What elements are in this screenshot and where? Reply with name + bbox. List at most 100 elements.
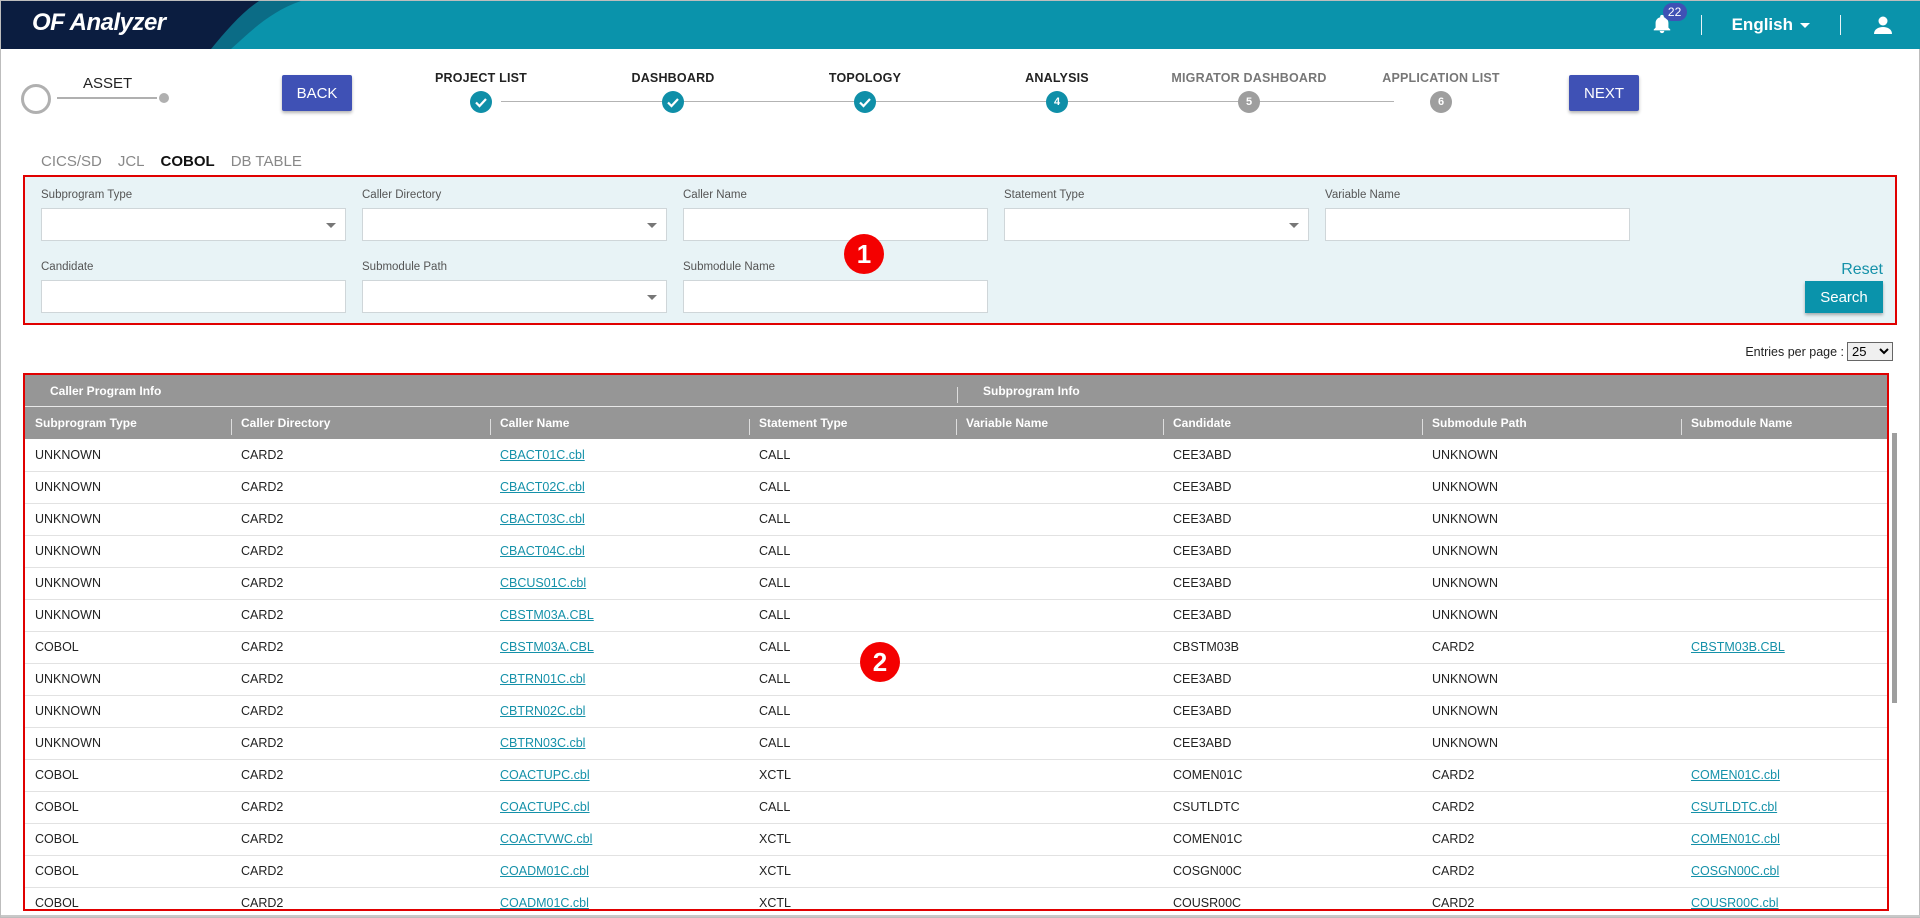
- col-subprogram-type-header[interactable]: Subprogram Type: [25, 407, 231, 439]
- caller-name-link[interactable]: COACTUPC.cbl: [500, 768, 590, 782]
- statement-type-filter: Statement Type: [1004, 189, 1309, 241]
- col-caller-directory-cell: CARD2: [231, 855, 490, 888]
- col-submodule-name-header[interactable]: Submodule Name: [1681, 407, 1887, 439]
- cell-text: CEE3ABD: [1173, 704, 1232, 718]
- cell-text: CARD2: [241, 864, 284, 878]
- caller-name-link[interactable]: CBACT03C.cbl: [500, 512, 585, 526]
- table-row[interactable]: UNKNOWN CARD2 CBACT01C.cbl CALL CEE3ABD UNKNO…: [25, 439, 1887, 472]
- cell-text: CARD2: [241, 672, 284, 686]
- col-caller-name-cell: CBSTM03A.CBL: [490, 631, 749, 664]
- reset-link[interactable]: Reset: [1841, 261, 1883, 279]
- submodule-name-link[interactable]: COMEN01C.cbl: [1691, 832, 1780, 846]
- col-caller-directory-cell: CARD2: [231, 535, 490, 568]
- entries-per-page: Entries per page : 25: [1745, 342, 1893, 361]
- next-button[interactable]: NEXT: [1569, 75, 1639, 111]
- tab-db-table[interactable]: DB TABLE: [231, 153, 302, 170]
- column-header-label: Candidate: [1173, 416, 1232, 430]
- table-row[interactable]: UNKNOWN CARD2 CBTRN01C.cbl CALL CEE3ABD UNKNO…: [25, 663, 1887, 696]
- table-row[interactable]: UNKNOWN CARD2 CBTRN03C.cbl CALL CEE3ABD UNKNO…: [25, 727, 1887, 760]
- caller-name-link[interactable]: CBACT04C.cbl: [500, 544, 585, 558]
- caller-name-link[interactable]: COACTUPC.cbl: [500, 800, 590, 814]
- col-variable-name-header[interactable]: Variable Name: [956, 407, 1163, 439]
- col-variable-name-cell: [956, 535, 1163, 568]
- submodule-name-link[interactable]: CSUTLDTC.cbl: [1691, 800, 1777, 814]
- table-row[interactable]: COBOL CARD2 COADM01C.cbl XCTL COUSR00C CARD2 C…: [25, 887, 1887, 909]
- step-application-list[interactable]: APPLICATION LIST 6: [1341, 71, 1541, 113]
- asset-indicator[interactable]: ASSET: [21, 73, 171, 114]
- col-variable-name-cell: [956, 471, 1163, 504]
- col-statement-type-header[interactable]: Statement Type: [749, 407, 956, 439]
- col-caller-directory-cell: CARD2: [231, 503, 490, 536]
- entries-per-page-select[interactable]: 25: [1847, 342, 1893, 361]
- tab-jcl[interactable]: JCL: [118, 153, 145, 170]
- col-submodule-path-cell: CARD2: [1422, 823, 1681, 856]
- submodule-path-select[interactable]: [362, 280, 667, 313]
- cell-text: CEE3ABD: [1173, 576, 1232, 590]
- caller-name-link[interactable]: COACTVWC.cbl: [500, 832, 592, 846]
- cell-text: CARD2: [241, 736, 284, 750]
- cell-text: UNKNOWN: [1432, 704, 1498, 718]
- caller-name-link[interactable]: CBTRN02C.cbl: [500, 704, 585, 718]
- col-submodule-path-cell: UNKNOWN: [1422, 727, 1681, 760]
- col-candidate-header[interactable]: Candidate: [1163, 407, 1422, 439]
- search-button[interactable]: Search: [1805, 281, 1883, 313]
- col-statement-type-cell: XCTL: [749, 759, 956, 792]
- table-row[interactable]: COBOL CARD2 COADM01C.cbl XCTL COSGN00C CARD2 C…: [25, 855, 1887, 888]
- table-row[interactable]: COBOL CARD2 COACTUPC.cbl XCTL COMEN01C CARD2 C…: [25, 759, 1887, 792]
- table-row[interactable]: UNKNOWN CARD2 CBACT04C.cbl CALL CEE3ABD UNKNO…: [25, 535, 1887, 568]
- col-submodule-name-cell: [1681, 535, 1887, 568]
- submodule-name-link[interactable]: COMEN01C.cbl: [1691, 768, 1780, 782]
- table-row[interactable]: UNKNOWN CARD2 CBACT02C.cbl CALL CEE3ABD UNKNO…: [25, 471, 1887, 504]
- table-row[interactable]: UNKNOWN CARD2 CBCUS01C.cbl CALL CEE3ABD UNKNO…: [25, 567, 1887, 600]
- col-statement-type-cell: CALL: [749, 599, 956, 632]
- col-caller-name-header[interactable]: Caller Name: [490, 407, 749, 439]
- step-analysis[interactable]: ANALYSIS 4: [957, 71, 1157, 113]
- col-caller-name-cell: CBCUS01C.cbl: [490, 567, 749, 600]
- header-separator: [231, 419, 232, 435]
- submodule-name-link[interactable]: COSGN00C.cbl: [1691, 864, 1779, 878]
- candidate-input[interactable]: [42, 281, 345, 312]
- caller-directory-select[interactable]: [362, 208, 667, 241]
- col-caller-directory-header[interactable]: Caller Directory: [231, 407, 490, 439]
- tab-cics-sd[interactable]: CICS/SD: [41, 153, 102, 170]
- statement-type-select[interactable]: [1004, 208, 1309, 241]
- table-row[interactable]: UNKNOWN CARD2 CBTRN02C.cbl CALL CEE3ABD UNKNO…: [25, 695, 1887, 728]
- caller-name-link[interactable]: CBSTM03A.CBL: [500, 640, 594, 654]
- caller-name-link[interactable]: COADM01C.cbl: [500, 896, 589, 909]
- back-button[interactable]: BACK: [282, 75, 352, 111]
- step-project-list[interactable]: PROJECT LIST: [381, 71, 581, 113]
- table-row[interactable]: COBOL CARD2 COACTUPC.cbl CALL CSUTLDTC CARD2 C…: [25, 791, 1887, 824]
- subprogram-type-select[interactable]: [41, 208, 346, 241]
- table-row[interactable]: UNKNOWN CARD2 CBACT03C.cbl CALL CEE3ABD UNKNO…: [25, 503, 1887, 536]
- user-menu-button[interactable]: [1871, 13, 1895, 37]
- caller-name-link[interactable]: CBACT02C.cbl: [500, 480, 585, 494]
- caller-name-link[interactable]: COADM01C.cbl: [500, 864, 589, 878]
- group-header-subprogram: Subprogram Info: [983, 384, 1080, 398]
- col-submodule-name-cell: [1681, 599, 1887, 632]
- caller-name-link[interactable]: CBCUS01C.cbl: [500, 576, 586, 590]
- col-submodule-name-cell: [1681, 727, 1887, 760]
- submodule-name-link[interactable]: COUSR00C.cbl: [1691, 896, 1779, 909]
- table-scrollbar[interactable]: [1892, 433, 1897, 703]
- col-caller-directory-cell: CARD2: [231, 695, 490, 728]
- notifications-button[interactable]: 22: [1651, 3, 1687, 37]
- caller-name-link[interactable]: CBACT01C.cbl: [500, 448, 585, 462]
- caller-name-filter: Caller Name: [683, 189, 988, 241]
- table-row[interactable]: COBOL CARD2 COACTVWC.cbl XCTL COMEN01C CARD2 C…: [25, 823, 1887, 856]
- variable-name-input[interactable]: [1326, 209, 1629, 240]
- step-dashboard[interactable]: DASHBOARD: [573, 71, 773, 113]
- step-topology[interactable]: TOPOLOGY: [765, 71, 965, 113]
- header-separator: [490, 419, 491, 435]
- caller-name-input[interactable]: [684, 209, 987, 240]
- submodule-name-input[interactable]: [684, 281, 987, 312]
- col-submodule-path-header[interactable]: Submodule Path: [1422, 407, 1681, 439]
- table-row[interactable]: COBOL CARD2 CBSTM03A.CBL CALL CBSTM03B CARD2 C…: [25, 631, 1887, 664]
- submodule-name-link[interactable]: CBSTM03B.CBL: [1691, 640, 1785, 654]
- tab-cobol[interactable]: COBOL: [161, 153, 215, 170]
- step-migrator-dashboard[interactable]: MIGRATOR DASHBOARD 5: [1149, 71, 1349, 113]
- table-row[interactable]: UNKNOWN CARD2 CBSTM03A.CBL CALL CEE3ABD UNKNO…: [25, 599, 1887, 632]
- caller-name-link[interactable]: CBTRN01C.cbl: [500, 672, 585, 686]
- caller-name-link[interactable]: CBSTM03A.CBL: [500, 608, 594, 622]
- language-selector[interactable]: English: [1732, 15, 1810, 35]
- caller-name-link[interactable]: CBTRN03C.cbl: [500, 736, 585, 750]
